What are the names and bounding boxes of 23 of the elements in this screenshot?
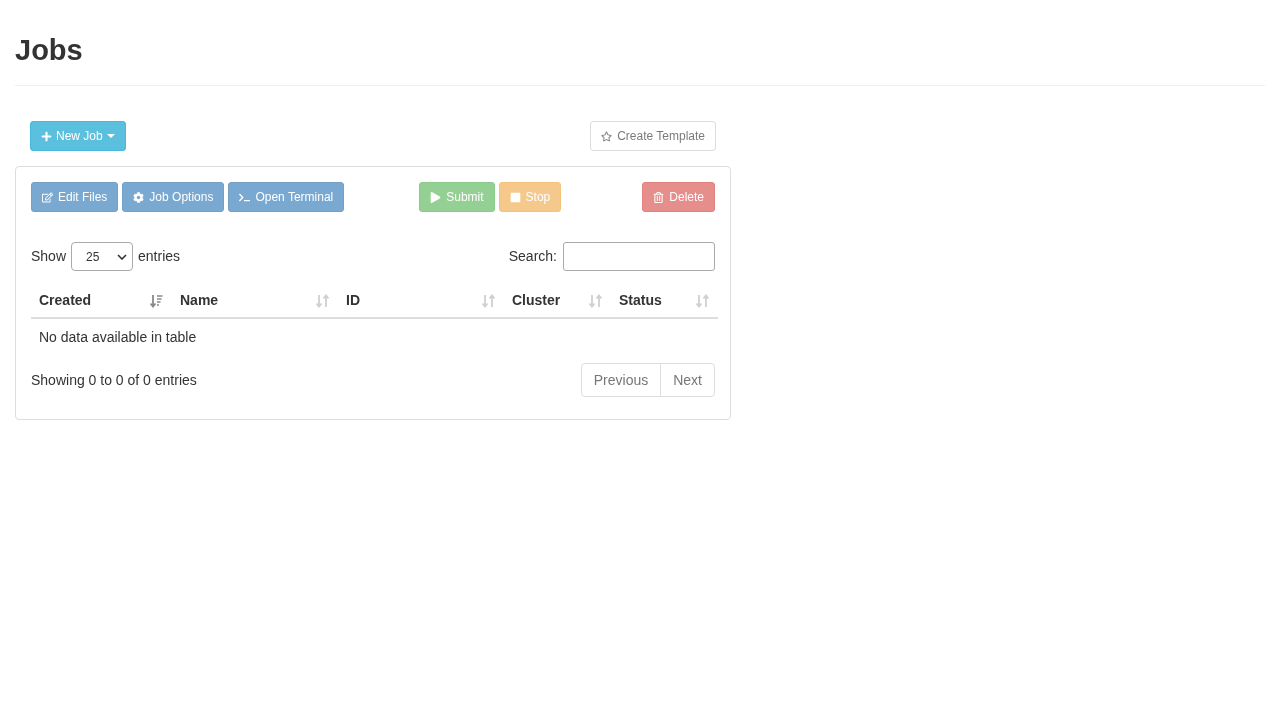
column-header[interactable]: Created: [31, 284, 172, 317]
edit-icon: [42, 191, 53, 203]
show-label: Show: [31, 247, 67, 266]
star-icon: [601, 130, 613, 142]
empty-table-message: No data available in table: [39, 328, 197, 347]
page-title: Jobs: [15, 33, 83, 67]
column-header[interactable]: Cluster: [504, 284, 611, 317]
table-info: Showing 0 to 0 of 0 entries: [31, 370, 197, 390]
play-icon: [430, 191, 442, 203]
stop-icon: [509, 191, 521, 203]
plus-icon: [41, 130, 52, 142]
page-length-select[interactable]: 25: [71, 242, 134, 271]
search-label: Search:: [508, 247, 557, 266]
gear-icon: [133, 191, 145, 203]
column-header[interactable]: Name: [172, 284, 338, 317]
trash-icon: [653, 191, 665, 203]
column-header[interactable]: ID: [338, 284, 504, 317]
entries-label: entries: [138, 247, 181, 266]
terminal-icon: [239, 191, 251, 203]
column-header[interactable]: Status: [611, 284, 718, 317]
search-field[interactable]: [563, 242, 715, 271]
chevron-down-icon: [117, 253, 128, 260]
caret-down-icon: [106, 134, 115, 138]
